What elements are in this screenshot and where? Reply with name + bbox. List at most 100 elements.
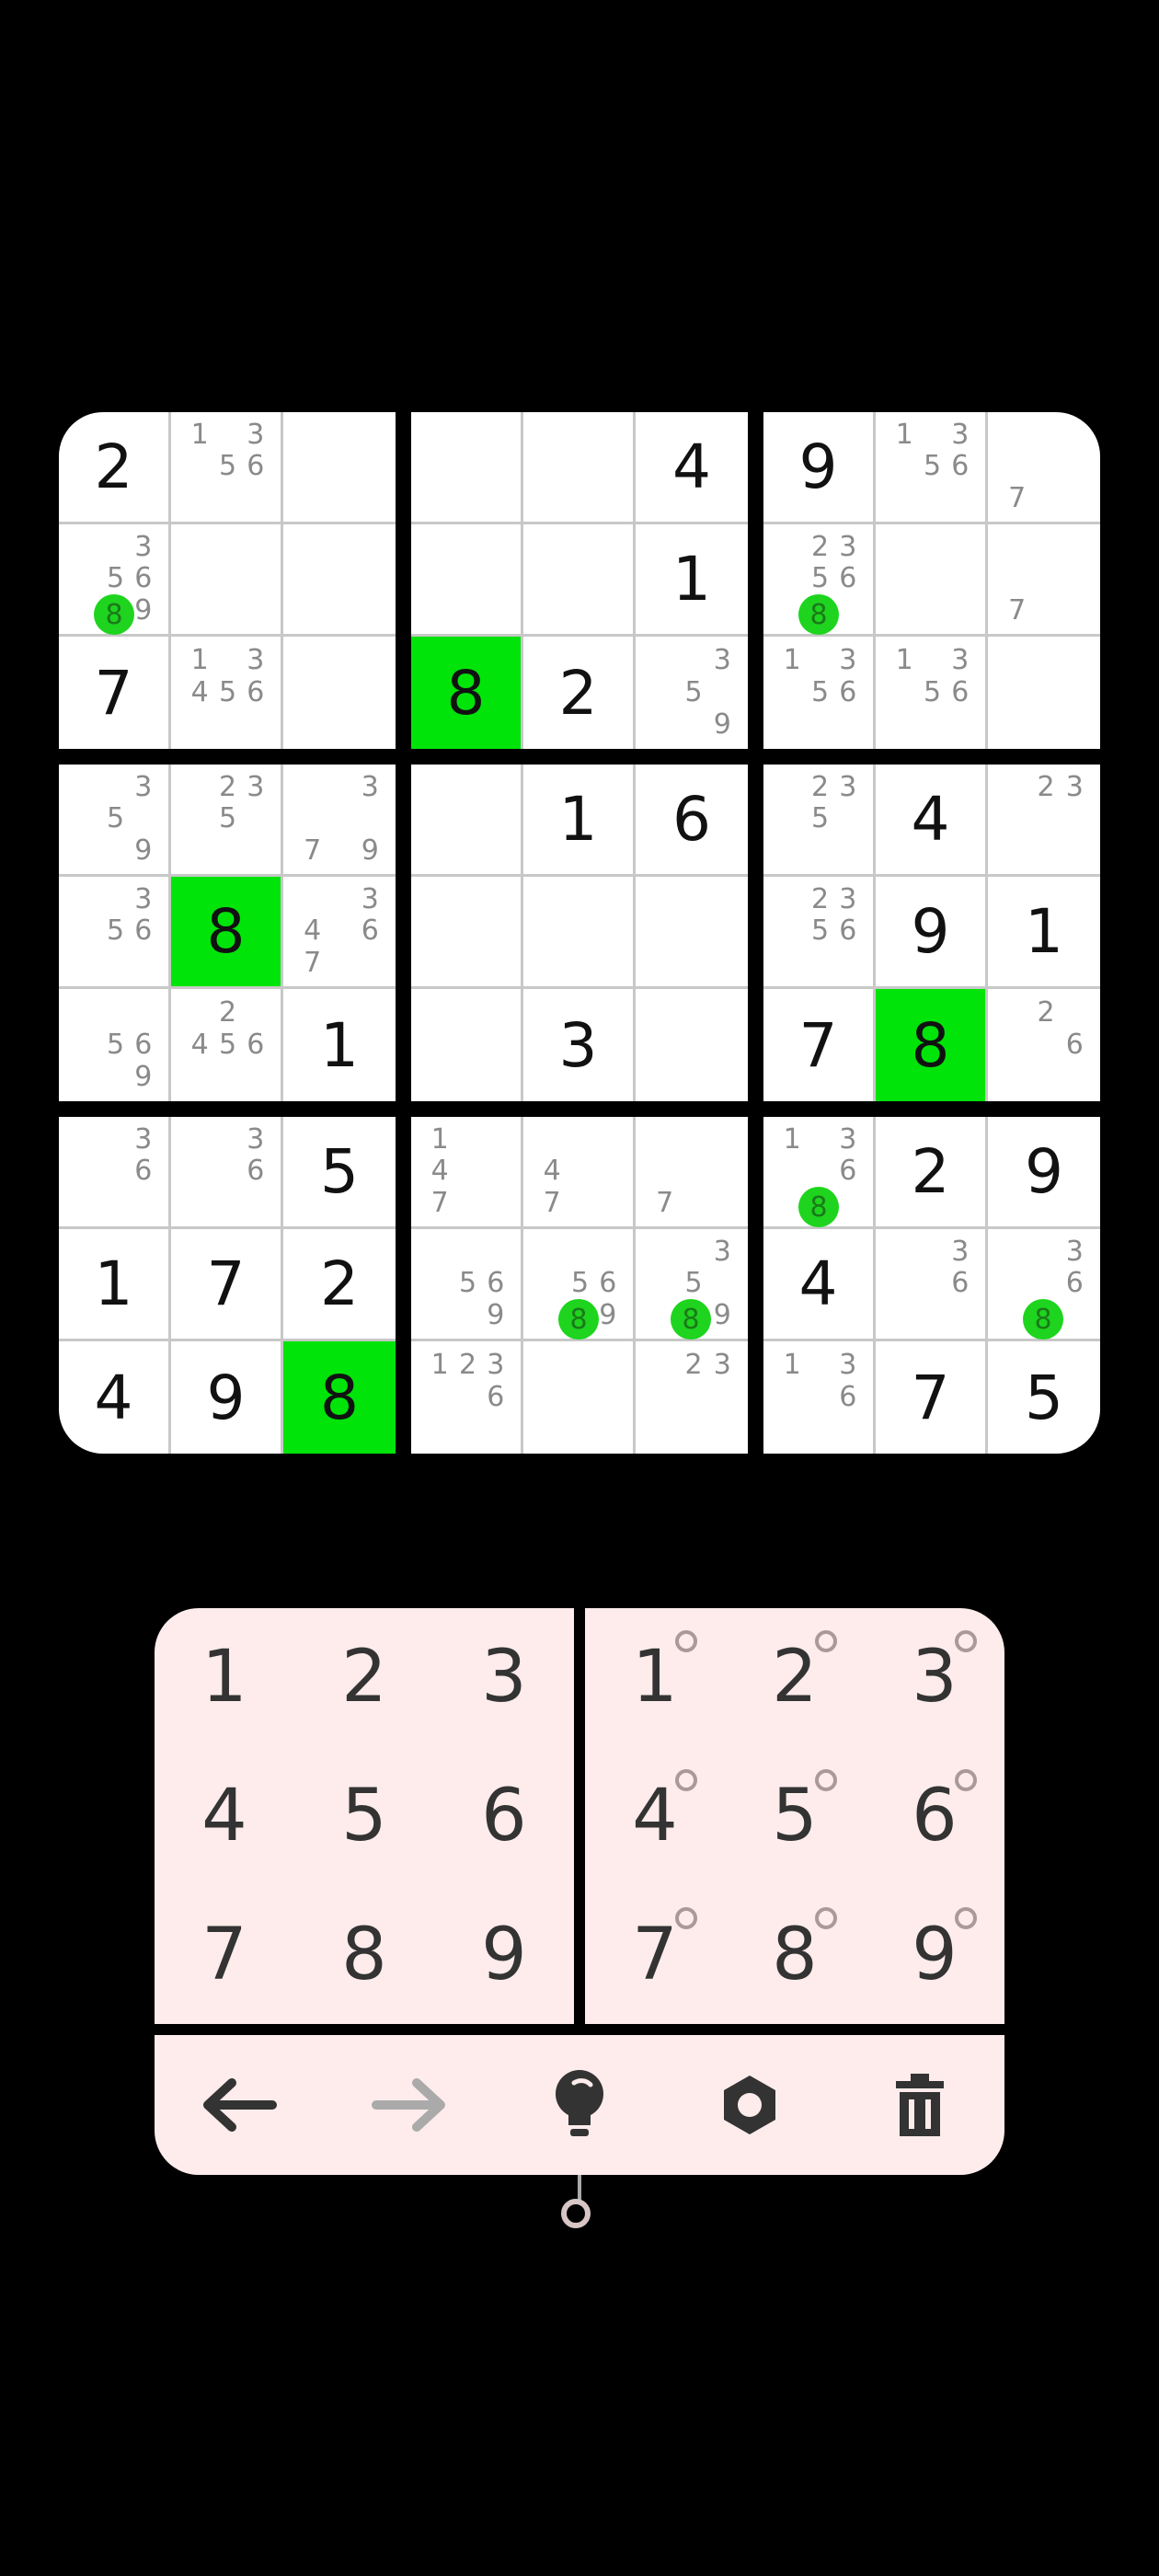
sudoku-cell[interactable]: 2456	[171, 989, 283, 1101]
sudoku-cell[interactable]: 9	[763, 412, 876, 524]
number-key[interactable]: 1	[155, 1608, 294, 1747]
sudoku-cell[interactable]: 1	[636, 524, 748, 637]
sudoku-cell[interactable]: 36	[59, 1117, 171, 1229]
hint-button[interactable]	[524, 2050, 635, 2160]
sudoku-cell[interactable]: 23	[988, 765, 1100, 877]
sudoku-cell[interactable]: 1 356	[876, 412, 988, 524]
number-key[interactable]: 3	[434, 1608, 574, 1747]
settings-button[interactable]	[694, 2050, 805, 2160]
sudoku-cell[interactable]: 4	[876, 765, 988, 877]
sudoku-cell[interactable]: 235	[171, 765, 283, 877]
sudoku-cell[interactable]: 8	[876, 989, 988, 1101]
sudoku-cell[interactable]	[411, 524, 523, 637]
sudoku-cell[interactable]: 2	[283, 1229, 396, 1341]
sudoku-cell[interactable]: 368	[988, 1229, 1100, 1341]
sudoku-cell[interactable]: 9	[988, 1117, 1100, 1229]
sudoku-cell[interactable]	[988, 637, 1100, 749]
note-key[interactable]: 2	[725, 1608, 865, 1747]
sudoku-cell[interactable]: 569	[59, 989, 171, 1101]
sudoku-cell[interactable]: 2	[876, 1117, 988, 1229]
sudoku-cell[interactable]: 7	[988, 412, 1100, 524]
note-key[interactable]: 7	[585, 1885, 725, 2024]
sudoku-cell[interactable]: 5	[988, 1341, 1100, 1454]
sudoku-cell[interactable]: 23568	[763, 524, 876, 637]
sudoku-cell[interactable]	[411, 989, 523, 1101]
sudoku-cell[interactable]: 1236	[411, 1341, 523, 1454]
undo-button[interactable]	[184, 2050, 294, 2160]
note-key[interactable]: 6	[865, 1747, 1004, 1886]
sudoku-cell[interactable]: 5698	[523, 1229, 636, 1341]
sudoku-cell[interactable]	[636, 877, 748, 989]
number-key[interactable]: 5	[294, 1747, 434, 1886]
sudoku-cell[interactable]	[636, 989, 748, 1101]
sudoku-cell[interactable]: 1	[988, 877, 1100, 989]
number-key[interactable]: 4	[155, 1747, 294, 1886]
sudoku-cell[interactable]: 8	[411, 637, 523, 749]
sudoku-cell[interactable]: 2	[523, 637, 636, 749]
number-key[interactable]: 8	[294, 1885, 434, 2024]
sudoku-cell[interactable]	[283, 412, 396, 524]
sudoku-cell[interactable]: 359	[59, 765, 171, 877]
sudoku-cell[interactable]: 4	[763, 1229, 876, 1341]
panel-handle[interactable]	[561, 2199, 591, 2228]
number-key[interactable]: 7	[155, 1885, 294, 2024]
sudoku-cell[interactable]: 1	[283, 989, 396, 1101]
sudoku-cell[interactable]	[523, 1341, 636, 1454]
sudoku-cell[interactable]: 1 3 456	[171, 637, 283, 749]
note-key[interactable]: 8	[725, 1885, 865, 2024]
sudoku-cell[interactable]	[523, 412, 636, 524]
sudoku-cell[interactable]	[411, 412, 523, 524]
sudoku-cell[interactable]: 2356	[763, 877, 876, 989]
sudoku-cell[interactable]: 7	[636, 1117, 748, 1229]
note-key[interactable]: 1	[585, 1608, 725, 1747]
sudoku-cell[interactable]: 8	[171, 877, 283, 989]
sudoku-cell[interactable]	[876, 524, 988, 637]
sudoku-cell[interactable]: 356	[59, 877, 171, 989]
sudoku-cell[interactable]	[283, 524, 396, 637]
number-key[interactable]: 9	[434, 1885, 574, 2024]
number-key[interactable]: 6	[434, 1747, 574, 1886]
sudoku-cell[interactable]: 26	[988, 989, 1100, 1101]
sudoku-cell[interactable]: 235	[763, 765, 876, 877]
note-key[interactable]: 9	[865, 1885, 1004, 2024]
sudoku-cell[interactable]: 36	[171, 1117, 283, 1229]
delete-button[interactable]	[865, 2050, 975, 2160]
sudoku-cell[interactable]: 5	[283, 1117, 396, 1229]
sudoku-cell[interactable]: 359	[636, 637, 748, 749]
sudoku-cell[interactable]: 1	[59, 1229, 171, 1341]
sudoku-cell[interactable]: 9	[876, 877, 988, 989]
sudoku-cell[interactable]	[283, 637, 396, 749]
sudoku-cell[interactable]: 7	[171, 1229, 283, 1341]
sudoku-cell[interactable]: 1 368	[763, 1117, 876, 1229]
sudoku-cell[interactable]: 1 356	[171, 412, 283, 524]
redo-button[interactable]	[354, 2050, 465, 2160]
sudoku-cell[interactable]: 4	[59, 1341, 171, 1454]
sudoku-cell[interactable]: 1 356	[763, 637, 876, 749]
sudoku-cell[interactable]	[523, 877, 636, 989]
sudoku-cell[interactable]: 7	[876, 1341, 988, 1454]
sudoku-cell[interactable]: 3 4 6 7	[283, 877, 396, 989]
sudoku-cell[interactable]: 6	[636, 765, 748, 877]
sudoku-cell[interactable]: 8	[283, 1341, 396, 1454]
sudoku-cell[interactable]: 1	[523, 765, 636, 877]
sudoku-cell[interactable]	[411, 765, 523, 877]
sudoku-cell[interactable]: 23	[636, 1341, 748, 1454]
note-key[interactable]: 5	[725, 1747, 865, 1886]
sudoku-cell[interactable]: 147	[411, 1117, 523, 1229]
note-key[interactable]: 4	[585, 1747, 725, 1886]
sudoku-cell[interactable]: 569	[411, 1229, 523, 1341]
sudoku-cell[interactable]: 3 7 9	[283, 765, 396, 877]
sudoku-cell[interactable]: 9	[171, 1341, 283, 1454]
sudoku-cell[interactable]: 35698	[59, 524, 171, 637]
sudoku-cell[interactable]: 47	[523, 1117, 636, 1229]
sudoku-cell[interactable]: 3598	[636, 1229, 748, 1341]
number-key[interactable]: 2	[294, 1608, 434, 1747]
sudoku-cell[interactable]: 4	[636, 412, 748, 524]
sudoku-cell[interactable]: 1 36	[763, 1341, 876, 1454]
sudoku-cell[interactable]	[523, 524, 636, 637]
sudoku-cell[interactable]: 7	[763, 989, 876, 1101]
sudoku-cell[interactable]: 7	[988, 524, 1100, 637]
sudoku-cell[interactable]	[171, 524, 283, 637]
sudoku-cell[interactable]: 2	[59, 412, 171, 524]
sudoku-cell[interactable]: 7	[59, 637, 171, 749]
